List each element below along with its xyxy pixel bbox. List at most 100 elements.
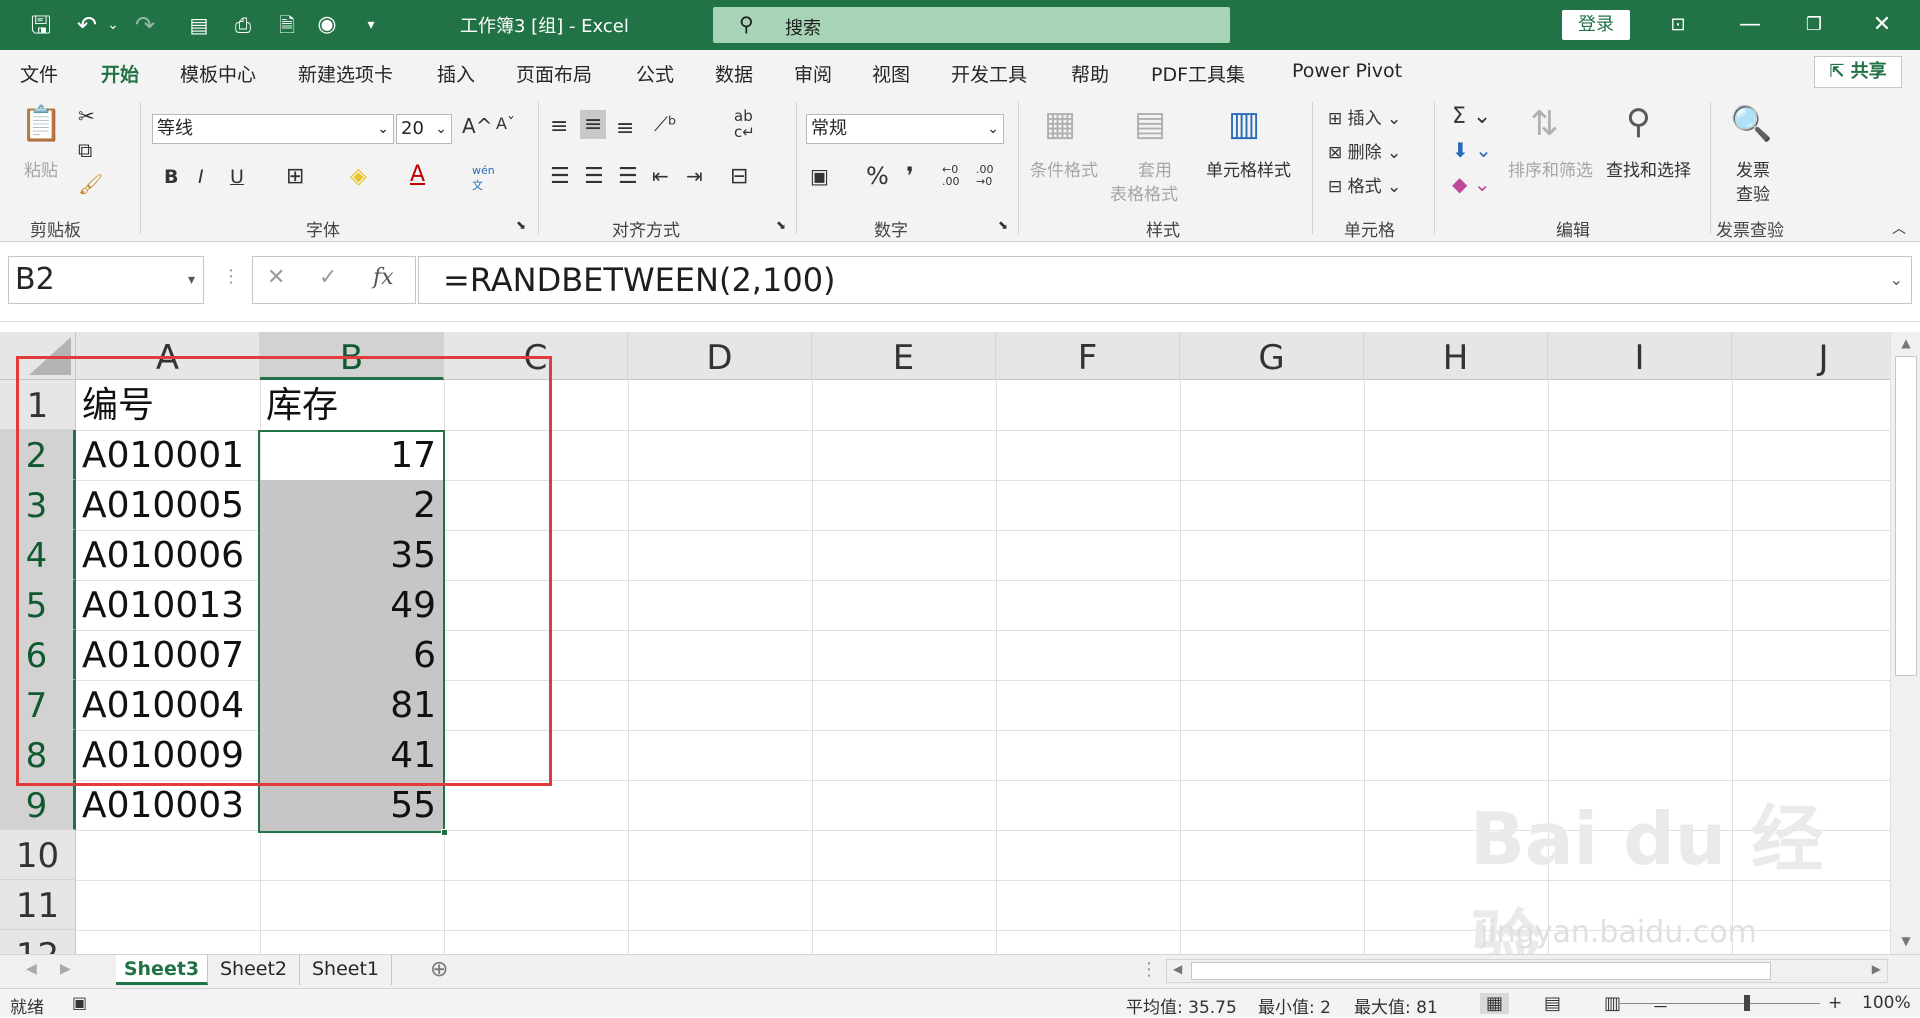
font-size-select[interactable]: 20 ⌄	[396, 114, 452, 144]
underline-button[interactable]: U	[230, 166, 244, 188]
column-header[interactable]: E	[812, 332, 996, 380]
align-center-icon[interactable]: ☰	[584, 164, 604, 189]
column-header[interactable]: I	[1548, 332, 1732, 380]
share-button[interactable]: ⇱ 共享	[1814, 56, 1902, 88]
zoom-out-button[interactable]: －	[1652, 993, 1669, 1018]
close-icon[interactable]: ✕	[1862, 8, 1902, 42]
sheet-tab-sheet3[interactable]: Sheet3	[116, 955, 208, 985]
cell-styles-label[interactable]: 单元格样式	[1206, 156, 1291, 181]
scroll-down-icon[interactable]: ▼	[1891, 934, 1920, 948]
fill-icon[interactable]: ⬇ ⌄	[1452, 138, 1492, 162]
increase-indent-icon[interactable]: ⇥	[686, 164, 703, 188]
number-dialog-icon[interactable]: ⬊	[998, 218, 1008, 232]
tab-insert[interactable]: 插入	[437, 60, 475, 87]
number-format-select[interactable]: 常规 ⌄	[806, 114, 1004, 144]
cut-icon[interactable]: ✂	[78, 104, 95, 128]
clear-icon[interactable]: ◆ ⌄	[1452, 172, 1491, 196]
table-format-label-1[interactable]: 套用	[1138, 156, 1172, 181]
ribbon-display-icon[interactable]: ⊡	[1658, 8, 1698, 42]
invoice-check-label-1[interactable]: 发票	[1736, 156, 1770, 181]
sheet-tab-sheet2[interactable]: Sheet2	[208, 955, 300, 985]
page-layout-view-icon[interactable]: ▤	[1544, 993, 1561, 1014]
wrap-text-icon[interactable]: ab c↵	[734, 108, 755, 140]
save-icon[interactable]: 🖫	[24, 8, 58, 42]
tab-data[interactable]: 数据	[715, 60, 753, 87]
tab-review[interactable]: 审阅	[794, 60, 832, 87]
conditional-format-label[interactable]: 条件格式	[1030, 156, 1098, 181]
autosum-icon[interactable]: Σ ⌄	[1452, 104, 1491, 129]
delete-cells-button[interactable]: ⊠ 删除 ⌄	[1328, 138, 1401, 163]
tab-new[interactable]: 新建选项卡	[298, 60, 393, 87]
increase-decimal-icon[interactable]: ←0.00	[942, 164, 960, 188]
tab-power-pivot[interactable]: Power Pivot	[1292, 60, 1402, 82]
formula-input[interactable]: =RANDBETWEEN(2,100) ⌄	[418, 256, 1912, 304]
column-header[interactable]: J	[1732, 332, 1890, 380]
column-header[interactable]: F	[996, 332, 1180, 380]
border-icon[interactable]: ⊞	[286, 164, 304, 189]
horizontal-scrollbar[interactable]: ◀ ▶	[1166, 959, 1888, 983]
insert-function-icon[interactable]: fx	[373, 265, 394, 290]
row-header[interactable]: 11	[0, 880, 76, 930]
shrink-font-icon[interactable]: Aˇ	[496, 114, 515, 133]
fill-handle[interactable]	[441, 829, 448, 836]
invoice-check-icon[interactable]: 🔍	[1730, 104, 1772, 144]
print-preview-icon[interactable]: ⎙	[226, 8, 260, 42]
phonetic-icon[interactable]: wén 文	[472, 164, 495, 193]
column-header[interactable]: H	[1364, 332, 1548, 380]
undo-dropdown-icon[interactable]: ⌄	[96, 8, 130, 42]
column-header[interactable]: G	[1180, 332, 1364, 380]
font-name-select[interactable]: 等线 ⌄	[152, 114, 394, 144]
bold-button[interactable]: B	[164, 166, 178, 188]
find-select-icon[interactable]: ⚲	[1626, 102, 1651, 142]
sort-filter-label[interactable]: 排序和筛选	[1508, 156, 1593, 181]
tab-formulas[interactable]: 公式	[636, 60, 674, 87]
scroll-right-icon[interactable]: ▶	[1872, 962, 1881, 976]
paste-icon[interactable]: 📋	[20, 104, 62, 144]
align-left-icon[interactable]: ☰	[550, 164, 570, 189]
page-break-view-icon[interactable]: ▥	[1604, 993, 1621, 1014]
insert-cells-button[interactable]: ⊞ 插入 ⌄	[1328, 104, 1401, 129]
search-box[interactable]: ⚲ 搜索	[713, 7, 1230, 43]
zoom-level[interactable]: 100%	[1862, 993, 1911, 1013]
decrease-indent-icon[interactable]: ⇤	[652, 164, 669, 188]
tab-page-layout[interactable]: 页面布局	[516, 60, 592, 87]
fill-color-icon[interactable]: ◈	[350, 164, 367, 189]
pdf-icon[interactable]: 🗎	[270, 8, 304, 42]
zoom-slider-thumb[interactable]	[1744, 995, 1750, 1011]
login-button[interactable]: 登录	[1562, 10, 1630, 40]
redo-icon[interactable]: ↷	[128, 8, 162, 42]
scrollbar-thumb[interactable]	[1191, 962, 1771, 980]
restore-icon[interactable]: ❐	[1794, 8, 1834, 42]
conditional-format-icon[interactable]: ▦	[1044, 104, 1076, 144]
expand-formula-icon[interactable]: ⌄	[1890, 257, 1903, 303]
align-bottom-icon[interactable]: ≡	[616, 116, 634, 141]
decrease-decimal-icon[interactable]: .00 →0	[976, 164, 994, 188]
tab-home[interactable]: 开始	[101, 60, 140, 97]
zoom-slider[interactable]	[1620, 1003, 1820, 1004]
format-cells-button[interactable]: ⊟ 格式 ⌄	[1328, 172, 1401, 197]
cell-a9[interactable]: A010003	[76, 780, 260, 830]
paste-label[interactable]: 粘贴	[24, 156, 58, 181]
table-format-label-2[interactable]: 表格格式	[1110, 180, 1178, 205]
normal-view-icon[interactable]: ▦	[1480, 993, 1510, 1014]
align-top-icon[interactable]: ≡	[550, 114, 568, 139]
orientation-icon[interactable]: ⟋ᵇ	[654, 112, 677, 136]
tab-file[interactable]: 文件	[20, 60, 58, 87]
merge-center-icon[interactable]: ⊟	[730, 164, 748, 189]
tab-splitter-icon[interactable]: ⋮	[1140, 959, 1158, 980]
scroll-up-icon[interactable]: ▲	[1891, 336, 1920, 350]
cell-styles-icon[interactable]: ▥	[1228, 104, 1260, 144]
splitter-icon[interactable]: ⋮	[222, 266, 240, 287]
invoice-check-label-2[interactable]: 查验	[1736, 180, 1770, 205]
circle-icon[interactable]: ◉	[310, 8, 344, 42]
format-painter-icon[interactable]: 🖌	[78, 172, 103, 196]
form-icon[interactable]: ▤	[182, 8, 216, 42]
customize-icon[interactable]: ▾	[354, 8, 388, 42]
enter-icon[interactable]: ✓	[319, 265, 337, 290]
percent-button[interactable]: %	[866, 162, 889, 190]
row-header[interactable]: 10	[0, 830, 76, 880]
tab-help[interactable]: 帮助	[1071, 60, 1109, 87]
tab-view[interactable]: 视图	[872, 60, 910, 87]
accounting-icon[interactable]: ▣	[810, 164, 829, 188]
comma-button[interactable]: ❜	[906, 162, 914, 190]
